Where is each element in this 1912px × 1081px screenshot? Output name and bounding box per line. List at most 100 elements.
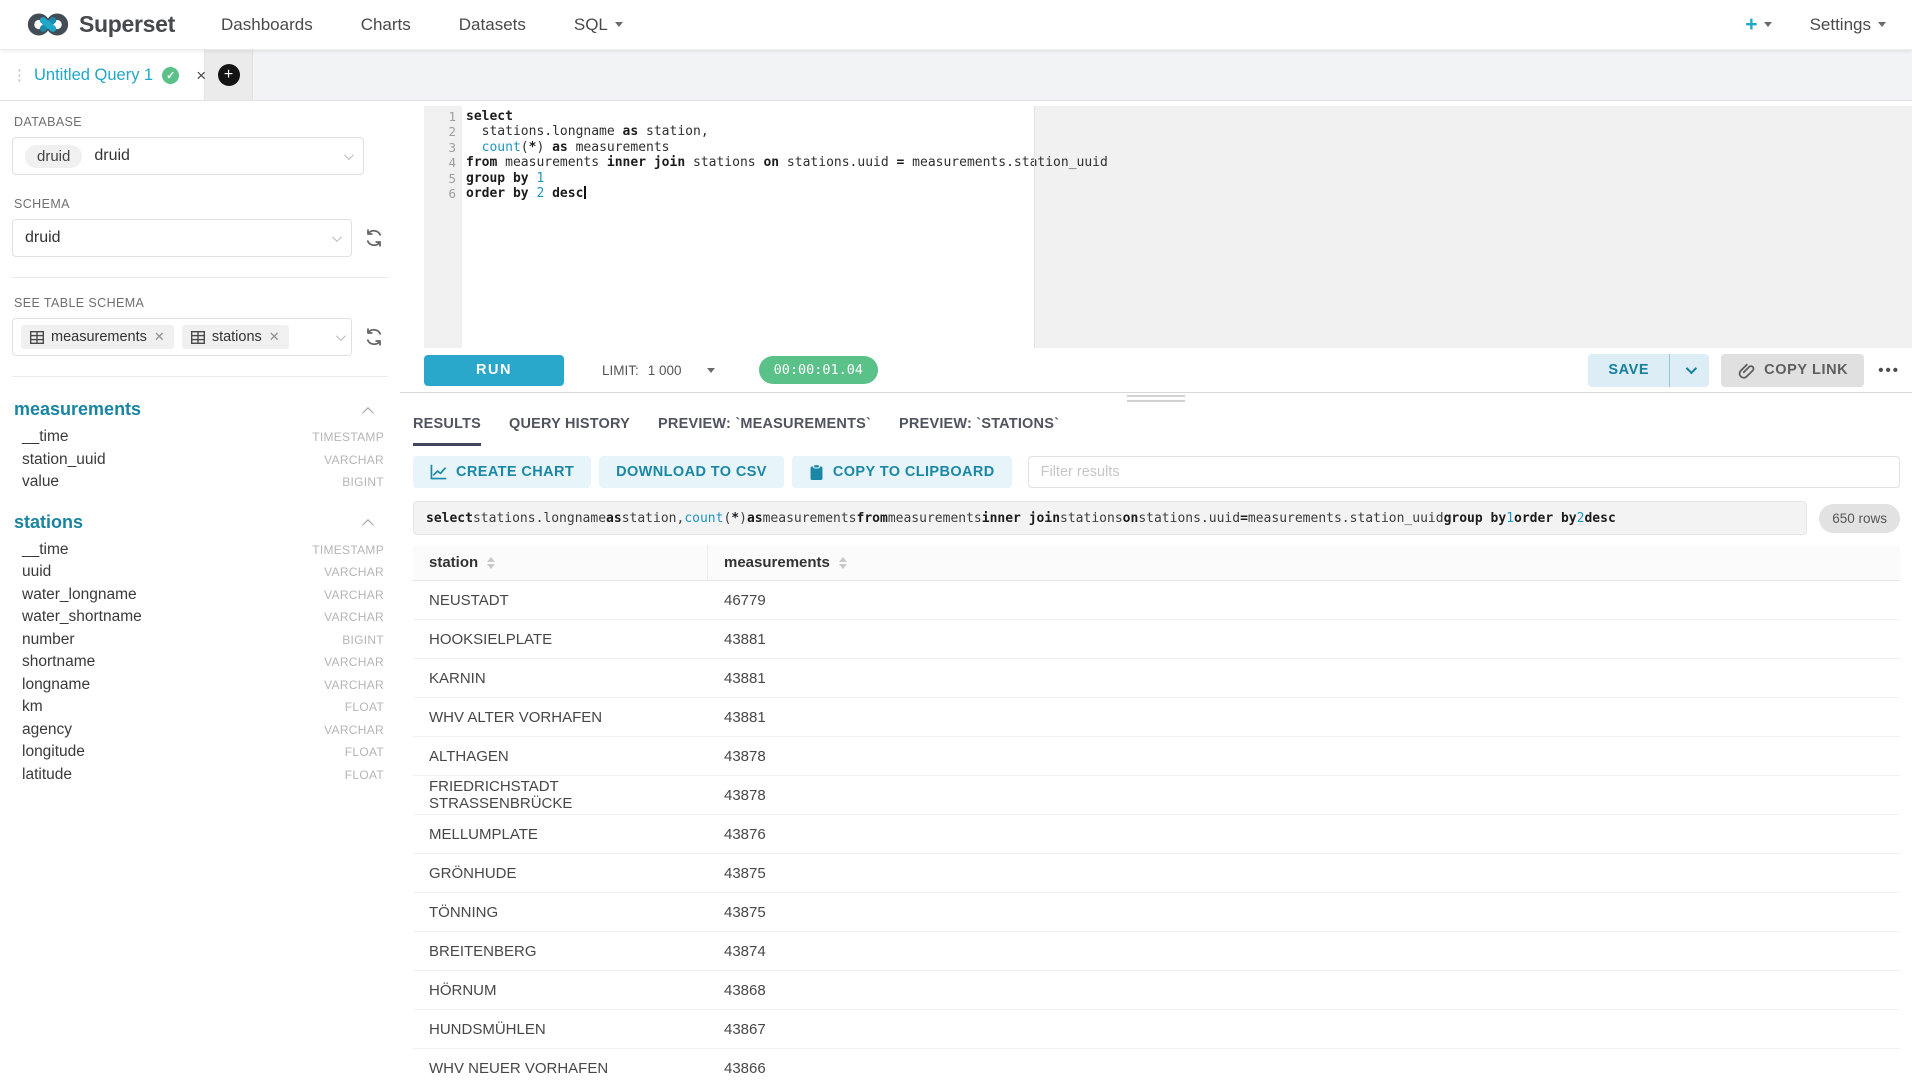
nav-item-dashboards[interactable]: Dashboards [221, 15, 313, 35]
nav-menu: Dashboards Charts Datasets SQL [221, 15, 623, 35]
chip-label: measurements [51, 329, 147, 345]
new-item-button[interactable]: + [1745, 13, 1771, 37]
results-pane: RESULTS QUERY HISTORY PREVIEW: `MEASUREM… [400, 402, 1912, 1081]
query-tab-active[interactable]: ⋮ Untitled Query 1 ✓ × [0, 50, 205, 100]
cell-measurements: 43867 [708, 1021, 1900, 1038]
query-timer-badge: 00:00:01.04 [759, 356, 878, 384]
copy-link-button[interactable]: COPY LINK [1721, 354, 1864, 387]
limit-value: 1 000 [648, 363, 682, 378]
results-table: station measurements NEUSTADT46779HOOKSI… [413, 545, 1900, 1081]
database-select[interactable]: druid druid [12, 137, 364, 175]
table-row: WHV NEUER VORHAFEN43866 [413, 1049, 1900, 1081]
cell-station: ALTHAGEN [413, 748, 708, 765]
column-header-station[interactable]: station [413, 545, 708, 580]
collapse-icon[interactable] [362, 519, 373, 530]
column-type: VARCHAR [324, 655, 384, 669]
refresh-tables-icon[interactable] [362, 325, 386, 349]
limit-dropdown[interactable]: LIMIT: 1 000 [602, 363, 715, 378]
save-button[interactable]: SAVE [1588, 354, 1669, 387]
cell-measurements: 43866 [708, 1060, 1900, 1077]
save-options-button[interactable] [1669, 354, 1709, 387]
editor-lines[interactable]: select stations.longname as station, cou… [462, 106, 1912, 348]
see-table-schema-label: SEE TABLE SCHEMA [14, 296, 388, 310]
remove-chip-icon[interactable]: ✕ [269, 329, 280, 345]
cell-station: GRÖNHUDE [413, 865, 708, 882]
line-number: 5 [424, 171, 456, 186]
chevron-down-icon [1685, 363, 1696, 374]
code-line[interactable]: from measurements inner join stations on… [466, 155, 1912, 170]
cell-station: HÖRNUM [413, 982, 708, 999]
column-header-measurements[interactable]: measurements [708, 545, 1900, 580]
table-schema-select[interactable]: measurements ✕ stations ✕ [12, 318, 352, 356]
table-name: measurements [14, 399, 141, 420]
nav-right: + Settings [1745, 13, 1886, 37]
code-line[interactable]: group by 1 [466, 171, 1912, 186]
table-row: ALTHAGEN43878 [413, 737, 1900, 776]
database-label: DATABASE [14, 115, 388, 129]
download-csv-button[interactable]: DOWNLOAD TO CSV [599, 456, 784, 488]
filter-results-input[interactable] [1028, 456, 1900, 488]
sql-editor[interactable]: 123456 select stations.longname as stati… [424, 106, 1912, 348]
more-options-button[interactable]: ••• [1878, 362, 1900, 379]
code-line[interactable]: order by 2 desc [466, 186, 1912, 201]
results-table-body: NEUSTADT46779HOOKSIELPLATE43881KARNIN438… [413, 581, 1900, 1081]
remove-chip-icon[interactable]: ✕ [154, 329, 165, 345]
collapse-icon[interactable] [362, 407, 373, 418]
superset-logo[interactable]: Superset [26, 11, 175, 38]
nav-item-charts[interactable]: Charts [361, 15, 411, 35]
code-line[interactable]: select [466, 109, 1912, 124]
table-name: stations [14, 512, 83, 533]
column-name: km [22, 698, 43, 716]
pane-resize-divider[interactable] [400, 392, 1912, 402]
row-count-badge: 650 rows [1819, 504, 1900, 533]
column-name: number [22, 631, 75, 649]
schema-column-row: latitudeFLOAT [12, 764, 388, 787]
run-button[interactable]: RUN [424, 355, 564, 386]
chip-label: stations [212, 329, 262, 345]
column-name: uuid [22, 563, 51, 581]
drag-dots-icon[interactable]: ⋮ [12, 66, 25, 84]
table-row: WHV ALTER VORHAFEN43881 [413, 698, 1900, 737]
tab-preview-measurements[interactable]: PREVIEW: `MEASUREMENTS` [658, 416, 871, 446]
nav-item-datasets[interactable]: Datasets [459, 15, 526, 35]
schema-column-row: longnameVARCHAR [12, 674, 388, 697]
new-query-tab[interactable]: + [205, 50, 253, 100]
tab-preview-stations[interactable]: PREVIEW: `STATIONS` [899, 416, 1059, 446]
code-line[interactable]: stations.longname as station, [466, 124, 1912, 139]
line-number: 1 [424, 109, 456, 124]
plus-icon: + [1745, 13, 1757, 37]
nav-item-sql-label: SQL [574, 15, 608, 35]
column-name: __time [22, 541, 69, 559]
create-chart-button[interactable]: CREATE CHART [413, 456, 591, 488]
cell-measurements: 43874 [708, 943, 1900, 960]
settings-menu[interactable]: Settings [1810, 15, 1886, 35]
table-chip-stations[interactable]: stations ✕ [182, 325, 289, 349]
column-type: FLOAT [345, 700, 384, 714]
column-type: VARCHAR [324, 723, 384, 737]
text-cursor [584, 186, 586, 199]
column-type: TIMESTAMP [312, 543, 384, 557]
query-tabstrip: ⋮ Untitled Query 1 ✓ × + [0, 50, 1912, 101]
code-line[interactable]: count(*) as measurements [466, 140, 1912, 155]
column-type: FLOAT [345, 745, 384, 759]
drag-handle-icon[interactable] [1127, 395, 1185, 405]
refresh-schema-icon[interactable] [362, 226, 386, 250]
brand-text: Superset [79, 11, 175, 38]
cell-station: BREITENBERG [413, 943, 708, 960]
column-type: VARCHAR [324, 588, 384, 602]
nav-item-sql[interactable]: SQL [574, 15, 623, 35]
save-split-button: SAVE [1588, 354, 1709, 387]
schema-select[interactable]: druid [12, 219, 352, 257]
print-margin-line [1034, 106, 1035, 348]
table-chip-measurements[interactable]: measurements ✕ [21, 325, 174, 349]
line-number: 2 [424, 124, 456, 139]
schema-column-row: water_longnameVARCHAR [12, 584, 388, 607]
tab-results[interactable]: RESULTS [413, 416, 481, 446]
schema-column-row: uuidVARCHAR [12, 561, 388, 584]
cell-station: NEUSTADT [413, 592, 708, 609]
sidebar-divider [12, 376, 388, 377]
copy-clipboard-button[interactable]: COPY TO CLIPBOARD [792, 456, 1012, 488]
chevron-down-icon [707, 368, 715, 373]
schema-column-row: longitudeFLOAT [12, 741, 388, 764]
tab-query-history[interactable]: QUERY HISTORY [509, 416, 630, 446]
